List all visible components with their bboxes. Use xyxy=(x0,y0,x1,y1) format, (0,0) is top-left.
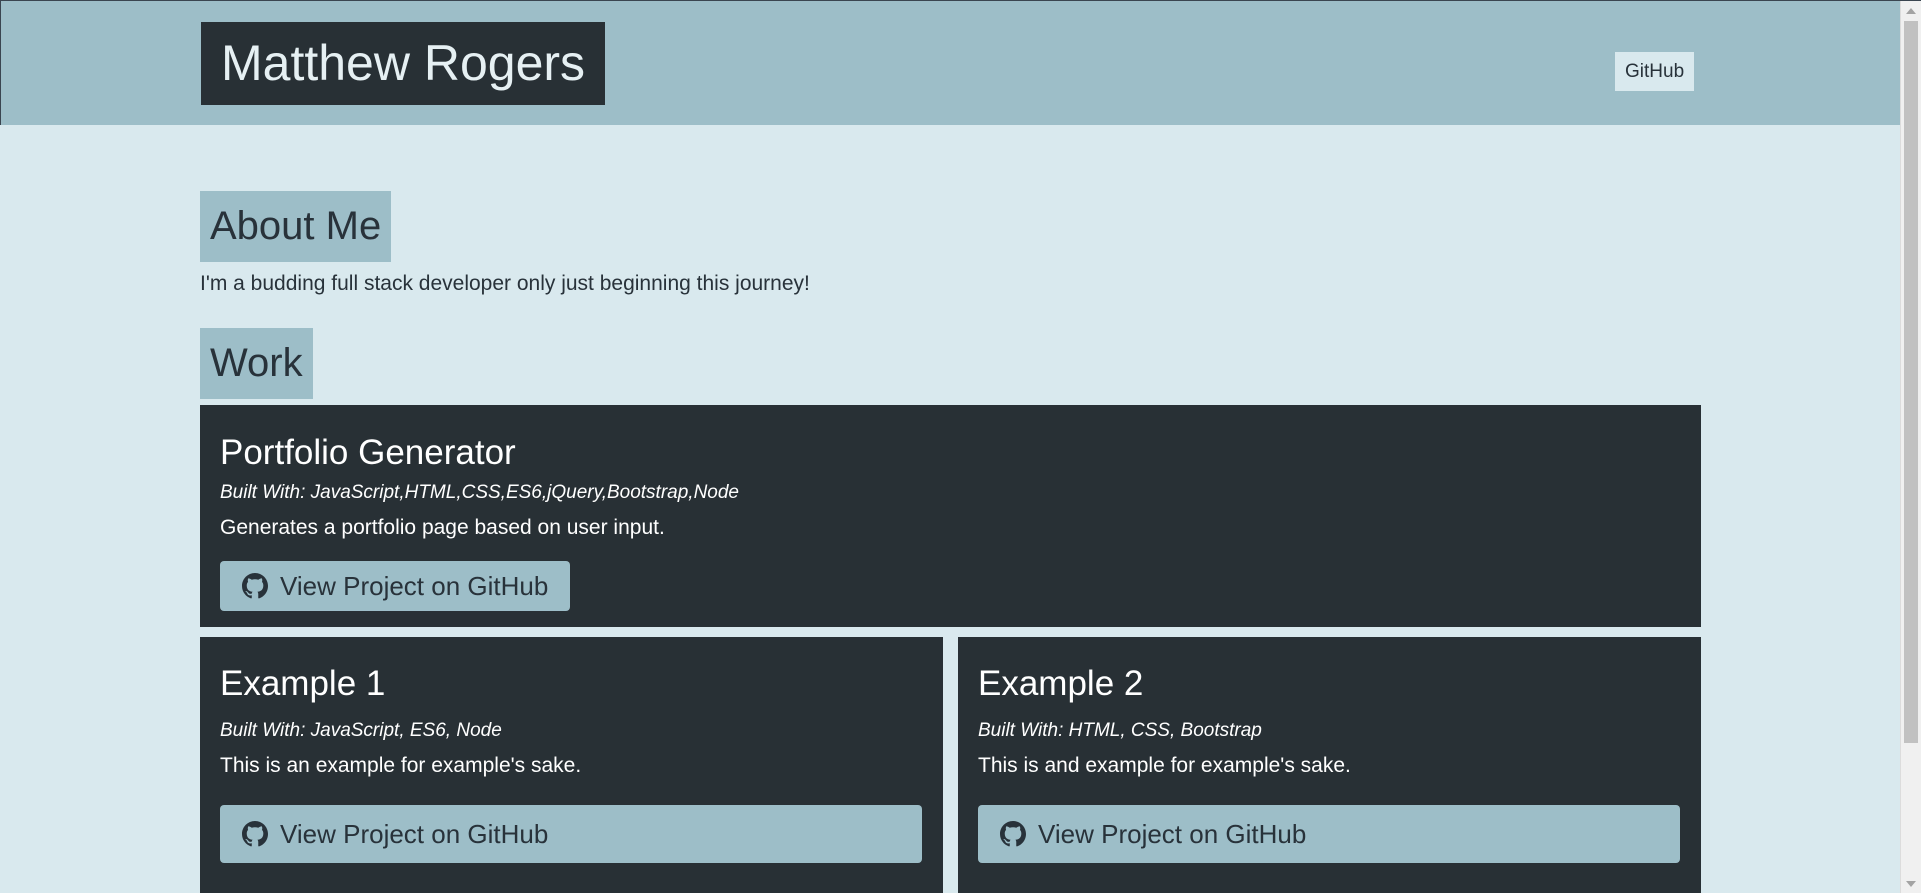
github-icon xyxy=(242,821,268,847)
about-heading: About Me xyxy=(200,191,392,262)
project-built-with: Built With: JavaScript, ES6, Node xyxy=(220,720,502,741)
project-description: This is an example for example's sake. xyxy=(220,754,582,777)
site-title: Matthew Rogers xyxy=(201,22,606,105)
project-description: This is and example for example's sake. xyxy=(978,754,1351,777)
view-project-label: View Project on GitHub xyxy=(280,570,549,601)
view-project-button[interactable]: View Project on GitHub xyxy=(978,805,1680,863)
project-built-with: Built With: HTML, CSS, Bootstrap xyxy=(978,720,1262,741)
page: Matthew Rogers GitHub About Me I'm a bud… xyxy=(0,0,1921,893)
scroll-up-arrow-icon[interactable] xyxy=(1906,8,1916,14)
project-card-featured: Portfolio Generator Built With: JavaScri… xyxy=(200,405,1701,627)
vertical-scrollbar[interactable] xyxy=(1900,1,1921,893)
project-title: Portfolio Generator xyxy=(220,433,516,472)
view-project-button[interactable]: View Project on GitHub xyxy=(220,805,922,863)
scroll-down-arrow-icon[interactable] xyxy=(1906,881,1916,887)
github-icon xyxy=(242,573,268,599)
about-text: I'm a budding full stack developer only … xyxy=(200,272,810,295)
site-header: Matthew Rogers GitHub xyxy=(0,1,1900,125)
project-card-example-2: Example 2 Built With: HTML, CSS, Bootstr… xyxy=(958,637,1701,893)
github-icon xyxy=(1000,821,1026,847)
view-project-label: View Project on GitHub xyxy=(1038,818,1307,849)
view-project-button[interactable]: View Project on GitHub xyxy=(220,561,571,611)
project-description: Generates a portfolio page based on user… xyxy=(220,516,665,539)
project-title: Example 1 xyxy=(220,664,386,703)
scrollbar-thumb[interactable] xyxy=(1904,21,1918,743)
github-nav-link[interactable]: GitHub xyxy=(1615,52,1695,91)
project-title: Example 2 xyxy=(978,664,1144,703)
view-project-label: View Project on GitHub xyxy=(280,818,549,849)
work-heading: Work xyxy=(200,328,313,399)
project-card-example-1: Example 1 Built With: JavaScript, ES6, N… xyxy=(200,637,943,893)
project-built-with: Built With: JavaScript,HTML,CSS,ES6,jQue… xyxy=(220,482,740,503)
